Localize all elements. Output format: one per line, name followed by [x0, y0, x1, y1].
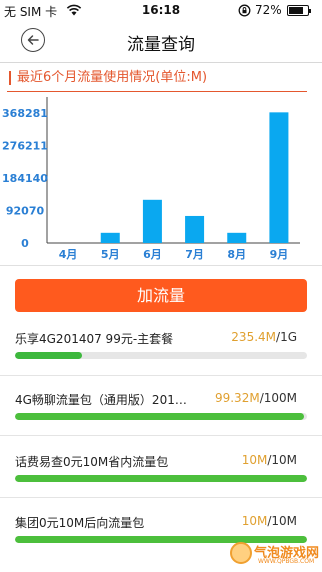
x-tick-label: 5月	[101, 248, 120, 261]
add-traffic-button[interactable]: 加流量	[15, 279, 307, 312]
bubble-logo-icon	[230, 542, 252, 564]
battery-icon	[287, 5, 311, 16]
x-tick-label: 6月	[143, 248, 162, 261]
package-divider	[0, 497, 322, 498]
package-used: 10M	[241, 514, 268, 528]
battery-percent: 72%	[255, 3, 282, 17]
x-tick-label: 8月	[227, 248, 246, 261]
x-tick-label: 4月	[59, 248, 78, 261]
y-tick-label: 368281	[2, 107, 48, 120]
status-bar: 无 SIM 卡 16:18 72%	[0, 0, 322, 22]
chart-bar	[185, 215, 205, 243]
package-progress-fill	[15, 352, 83, 359]
page-title: 流量查询	[127, 35, 195, 55]
package-used: 99.32M	[214, 391, 260, 405]
y-tick-label: 92070	[6, 205, 45, 218]
package-divider	[0, 435, 322, 436]
package-total: 10M	[271, 514, 297, 528]
chart-title-underline	[7, 91, 307, 92]
package-used: 235.4M	[231, 330, 277, 344]
chart-bar	[142, 199, 162, 243]
package-name: 集团0元10M后向流量包	[15, 516, 145, 530]
chart-title: 最近6个月流量使用情况(单位:M)	[9, 71, 207, 85]
package-usage: 99.32M/100M	[214, 391, 297, 405]
package-name: 乐享4G201407 99元-主套餐	[15, 332, 174, 346]
package-progress-fill	[15, 475, 307, 482]
section-divider	[0, 265, 322, 266]
nav-bar: 流量查询	[0, 22, 322, 62]
x-tick-label: 7月	[185, 248, 204, 261]
y-tick-label: 184140	[2, 172, 48, 185]
package-item[interactable]: 4G畅聊流量包（通用版）201… 99.32M/100M	[15, 391, 307, 435]
watermark-url: WWW.QPBGB.COM	[258, 558, 315, 565]
package-usage: 235.4M/1G	[231, 330, 297, 344]
package-item[interactable]: 话费易查0元10M省内流量包 10M/10M	[15, 453, 307, 497]
package-progress-fill	[15, 413, 305, 420]
y-tick-label: 276211	[2, 140, 48, 153]
package-progress-bar	[15, 475, 307, 482]
package-total: 100M	[263, 391, 297, 405]
package-progress-bar	[15, 352, 307, 359]
package-item[interactable]: 乐享4G201407 99元-主套餐 235.4M/1G	[15, 330, 307, 374]
chart-bar	[100, 232, 120, 243]
package-used: 10M	[241, 453, 268, 467]
package-usage: 10M/10M	[241, 453, 297, 467]
chart-bar	[227, 232, 247, 243]
package-name: 话费易查0元10M省内流量包	[15, 455, 169, 469]
package-name: 4G畅聊流量包（通用版）201…	[15, 393, 187, 407]
x-tick-label: 9月	[270, 248, 289, 261]
package-progress-bar	[15, 413, 307, 420]
package-total: 1G	[280, 330, 297, 344]
chart-bar	[269, 112, 289, 243]
nav-divider	[0, 62, 322, 63]
package-divider	[0, 375, 322, 376]
package-total: 10M	[271, 453, 297, 467]
y-tick-label: 0	[21, 237, 29, 250]
package-usage: 10M/10M	[241, 514, 297, 528]
rotation-lock-icon	[238, 4, 251, 17]
watermark-logo: 气泡游戏网 WWW.QPBGB.COM	[230, 540, 319, 568]
usage-bar-chart: 0 92070 184140 276211 368281 4月 5月 6月 7月 8月 9月	[2, 97, 300, 261]
